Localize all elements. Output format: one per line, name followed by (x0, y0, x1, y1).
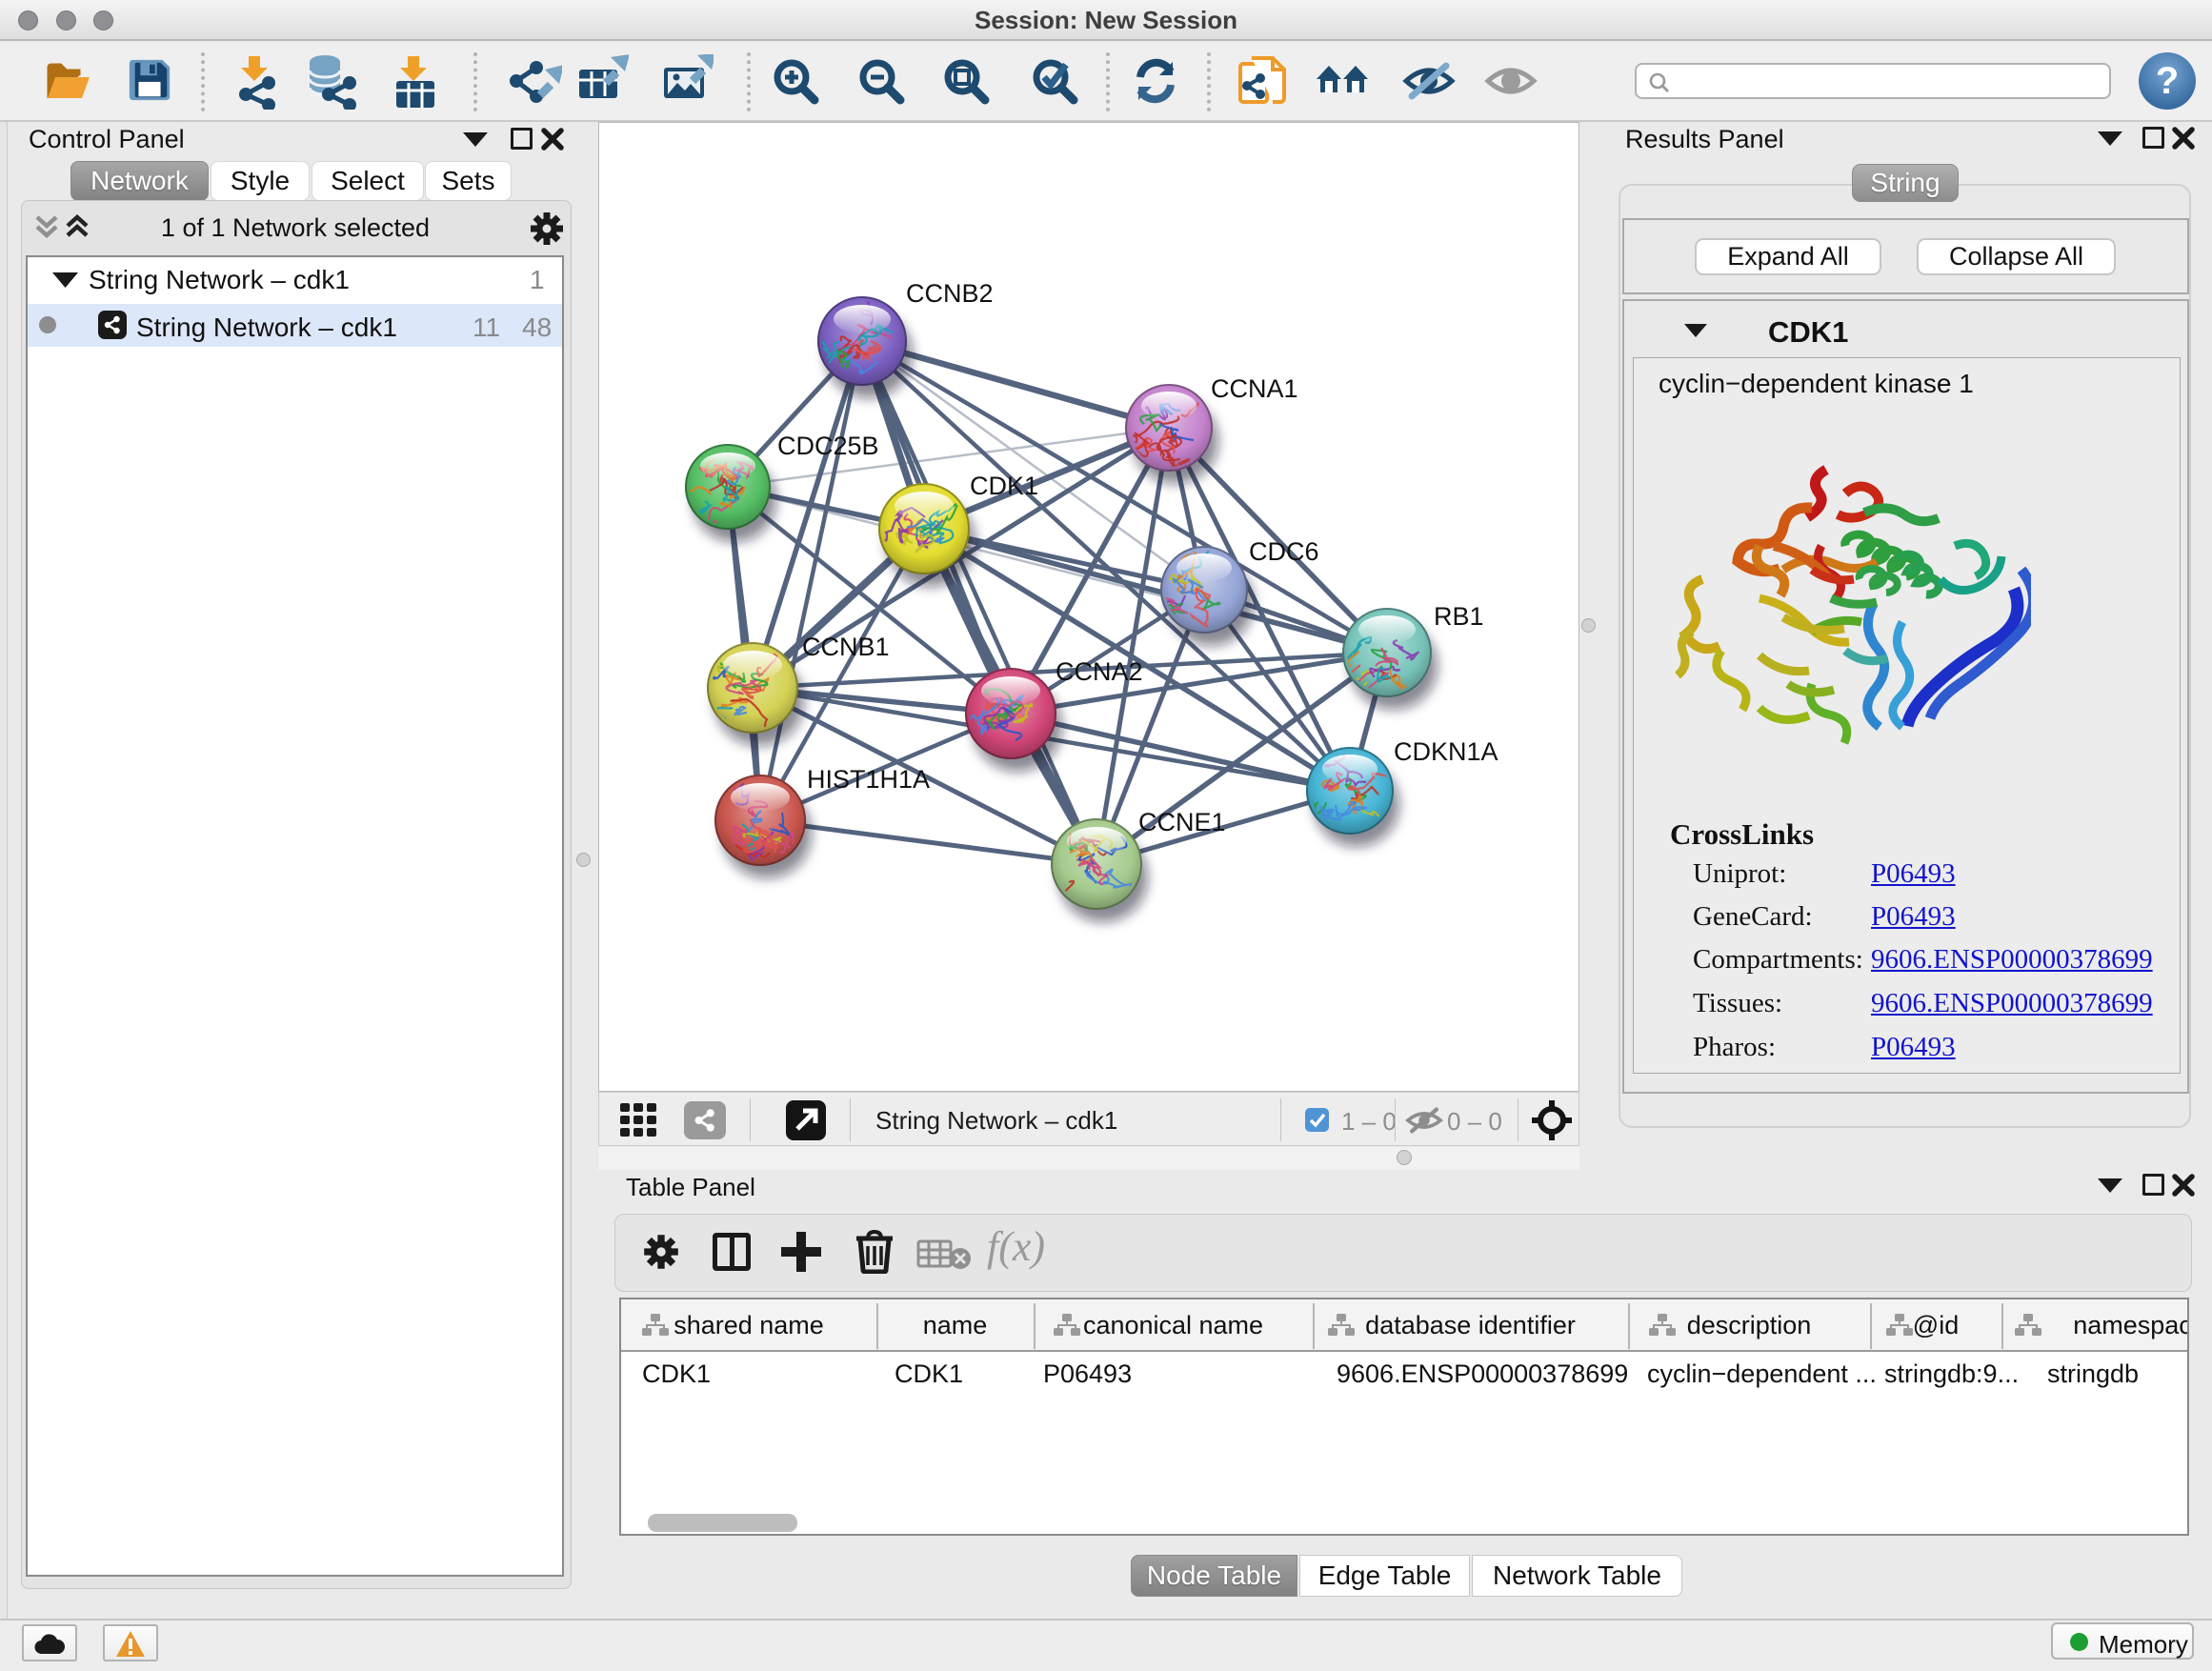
svg-text:RB1: RB1 (1434, 602, 1484, 631)
svg-text:CCNB1: CCNB1 (802, 633, 890, 661)
svg-text:CCNB2: CCNB2 (906, 279, 994, 308)
svg-text:CDKN1A: CDKN1A (1394, 737, 1498, 766)
svg-text:CCNA1: CCNA1 (1211, 374, 1298, 403)
svg-text:CDK1: CDK1 (970, 472, 1038, 500)
svg-text:CDC6: CDC6 (1249, 537, 1319, 566)
svg-text:HIST1H1A: HIST1H1A (807, 765, 930, 794)
svg-text:CDC25B: CDC25B (777, 432, 879, 460)
svg-text:CCNA2: CCNA2 (1056, 657, 1143, 686)
svg-text:CCNE1: CCNE1 (1138, 808, 1226, 836)
